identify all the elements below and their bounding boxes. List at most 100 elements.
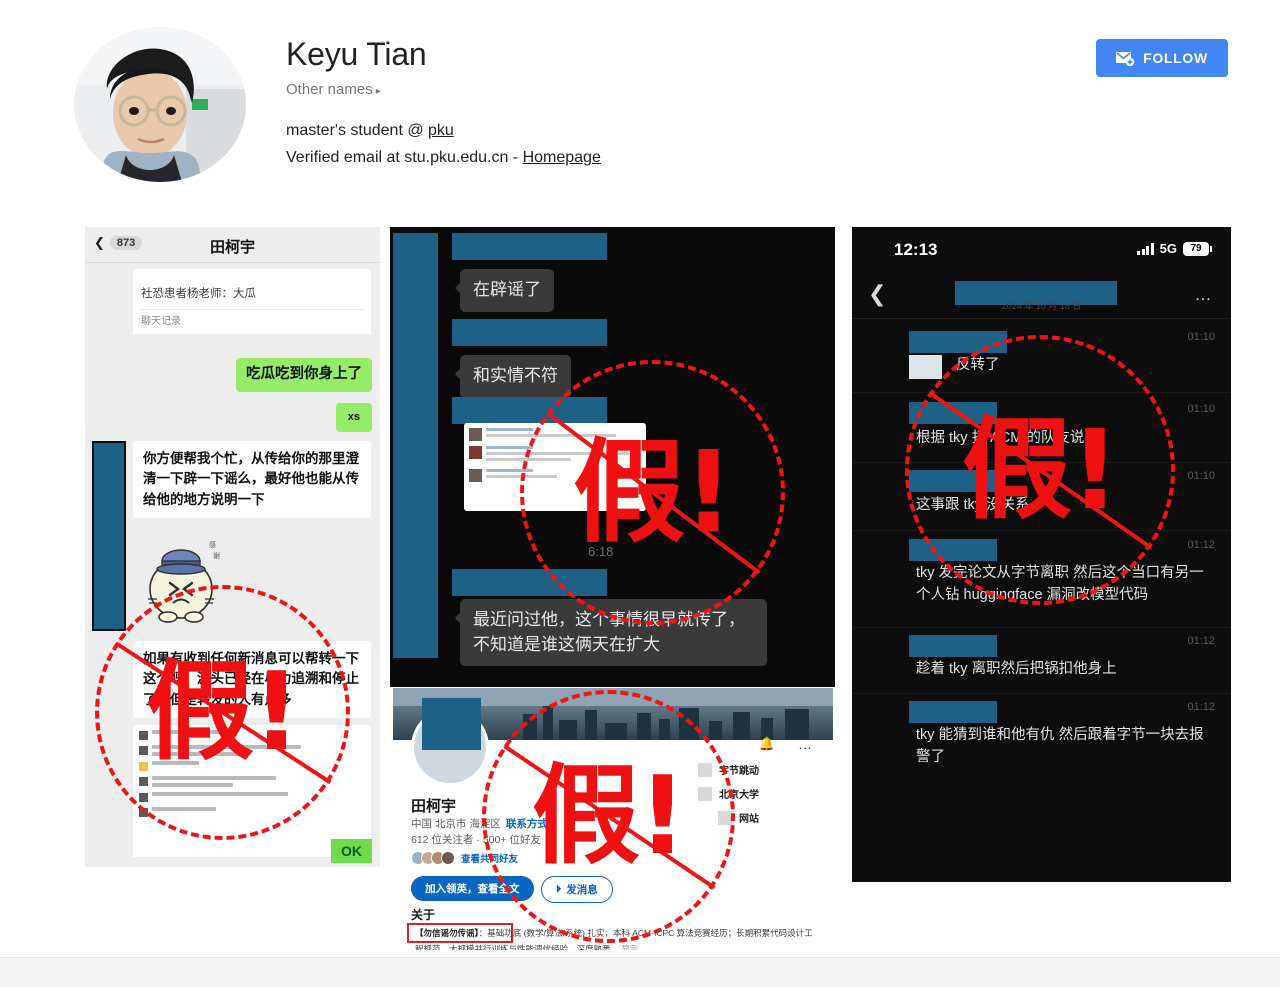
cellular-bars-icon [1137, 242, 1154, 255]
dark-chat-bubble[interactable]: 和实情不符 [455, 355, 571, 398]
redacted-name-bar [452, 569, 607, 596]
profile-header: Keyu Tian Other names ▸ master's student … [0, 0, 1280, 205]
org-name: 北京大学 [719, 790, 759, 801]
chat-navbar: ❮ 2024 年 10 月 18 日 … [852, 271, 1231, 319]
send-icon: ⏵ [556, 883, 562, 895]
redacted-sender-name [909, 470, 997, 492]
wechat-navbar: ❮ 873 田柯宇 [85, 227, 380, 263]
wechat-message-list: 社恐患者杨老师：大瓜 聊天记录 吃瓜吃到你身上了 xs 你方便帮我个忙，从传给你… [85, 263, 380, 867]
wechat-outgoing-bubble[interactable]: xs [335, 403, 372, 432]
message-timestamp: 01:10 [1187, 403, 1215, 415]
chat-message-text[interactable]: tky 发完论文从字节离职 然后这个当口有另一个人钻 huggingface 漏… [916, 563, 1217, 607]
mutual-connections[interactable]: 查看共同好友 [411, 851, 518, 865]
quoted-line: 社恐患者杨老师：大瓜 [141, 288, 256, 300]
redacted-name-bar [452, 233, 607, 260]
linkedin-follower-stats: 612 位关注者 · 500+ 位好友 [411, 834, 541, 846]
linkedin-org-pku[interactable]: 北京大学 [698, 786, 759, 801]
location-text: 中国 北京市 海淀区 [411, 818, 501, 830]
ok-reaction-badge[interactable]: OK [331, 839, 372, 863]
about-section-text: 【勿信谣勿传谣】：基础功底 (数学/算法/系统) 扎实，本科 ACM-ICPC … [415, 926, 819, 950]
quoted-clipped-line [141, 275, 363, 286]
affiliation-text: master's student @ [286, 122, 429, 139]
linkedin-location: 中国 北京市 海淀区 联系方式 [411, 816, 548, 831]
redacted-sender-name [909, 539, 997, 561]
cat-sticker: 感 谢 [137, 531, 229, 626]
quoted-card-footer: 聊天记录 [141, 316, 181, 328]
linkedin-profile-screenshot: 🔔 … 田柯宇 中国 北京市 海淀区 联系方式 612 位关注者 · 500+ 位… [393, 688, 833, 950]
org-name: 网站 [739, 814, 759, 825]
status-bar-indicators: 5G 79 [1137, 241, 1212, 256]
divider [852, 693, 1231, 694]
join-linkedin-button[interactable]: 加入领英，查看全文 [411, 876, 534, 901]
dark-chat-bubble[interactable]: 在辟谣了 [455, 269, 554, 312]
wechat-image-attachment[interactable] [133, 725, 371, 857]
page-bottom-strip [0, 957, 1280, 987]
message-timestamp: 01:10 [1187, 331, 1215, 343]
verified-email-line: Verified email at stu.pku.edu.cn - Homep… [286, 149, 601, 167]
follow-button-label: FOLLOW [1143, 50, 1208, 66]
about-show-more[interactable]: 显示 [621, 944, 638, 950]
wechat-incoming-bubble[interactable]: 如果有收到任何新消息可以帮转一下这个吗，源头已经在尽力追溯和停止了，但是转发的人… [133, 641, 371, 718]
send-message-label: 发消息 [566, 884, 598, 896]
pku-logo [698, 786, 712, 801]
ellipsis-icon[interactable]: … [798, 736, 813, 752]
linkedin-profile-name: 田柯宇 [411, 798, 457, 815]
forwarded-chat-card[interactable] [464, 423, 646, 511]
message-timestamp: 01:12 [1187, 635, 1215, 647]
bytedance-logo [698, 762, 712, 777]
avatar-photo [74, 27, 246, 182]
other-names-label: Other names [286, 81, 373, 98]
redacted-profile-photo [422, 698, 481, 750]
page-title: Keyu Tian [286, 36, 427, 72]
avatar[interactable] [74, 27, 246, 182]
chat-message-text[interactable]: 趁着 tky 离职然后把锅扣他身上 [916, 659, 1217, 681]
redacted-sender-name [909, 331, 1007, 353]
chat-message-text[interactable]: 根据 tky 打 ACM 的队友说 [916, 428, 1217, 450]
contact-info-link[interactable]: 联系方式 [506, 818, 548, 830]
chat-date-label: 2024 年 10 月 18 日 [1001, 301, 1082, 311]
wechat-outgoing-bubble[interactable]: 吃瓜吃到你身上了 [236, 358, 372, 392]
other-names-toggle[interactable]: Other names ▸ [286, 81, 381, 98]
svg-text:感: 感 [209, 540, 216, 549]
follow-button[interactable]: FOLLOW [1096, 39, 1228, 77]
message-timestamp: 6:18 [588, 544, 614, 559]
wechat-quoted-record-card[interactable]: 社恐患者杨老师：大瓜 聊天记录 [133, 269, 371, 335]
divider [852, 392, 1231, 393]
redacted-name-bar [452, 319, 607, 346]
mutual-connections-label: 查看共同好友 [461, 854, 519, 865]
bell-icon[interactable]: 🔔 [759, 736, 775, 752]
ellipsis-icon[interactable]: … [1195, 285, 1214, 305]
send-message-button[interactable]: ⏵ 发消息 [541, 876, 613, 903]
redacted-avatar [92, 441, 126, 631]
message-timestamp: 01:12 [1187, 701, 1215, 713]
verified-email-text: Verified email at stu.pku.edu.cn - [286, 149, 523, 166]
evidence-screenshot-collage: ❮ 873 田柯宇 社恐患者杨老师：大瓜 聊天记录 吃瓜吃到你身上了 xs 你方… [0, 205, 1280, 950]
affiliation-link-pku[interactable]: pku [428, 122, 454, 139]
linkedin-website-link[interactable]: 网站 [718, 810, 759, 825]
wechat-chat-screenshot: ❮ 873 田柯宇 社恐患者杨老师：大瓜 聊天记录 吃瓜吃到你身上了 xs 你方… [85, 227, 380, 867]
redacted-avatar [393, 233, 438, 658]
org-name: 字节跳动 [719, 766, 759, 777]
chevron-right-icon: ▸ [375, 86, 381, 97]
network-type-label: 5G [1159, 241, 1177, 256]
message-timestamp: 01:10 [1187, 470, 1215, 482]
linkedin-org-bytedance[interactable]: 字节跳动 [698, 762, 759, 777]
message-timestamp: 01:12 [1187, 539, 1215, 551]
chat-message-text[interactable]: 这事跟 tky 没关系 [916, 495, 1217, 517]
status-bar-time: 12:13 [894, 240, 938, 259]
dark-chat-screenshot: 在辟谣了 和实情不符 6:18 最近问过他，这个事情很早就传了，不知道是谁这俩天… [390, 227, 835, 687]
website-icon [718, 810, 732, 825]
wechat-incoming-bubble[interactable]: 你方便帮我个忙，从传给你的那里澄清一下辟一下谣么，最好他也能从传给他的地方说明一… [133, 441, 371, 518]
homepage-link[interactable]: Homepage [523, 149, 601, 166]
mutual-avatars [411, 851, 455, 865]
chat-message-text[interactable]: tky 能猜到谁和他有仇 然后跟着字节一块去报警了 [916, 725, 1217, 769]
redacted-sender-name [909, 635, 997, 657]
status-bar: 12:13 5G 79 [852, 227, 1231, 271]
message-thumbnail[interactable] [909, 355, 942, 379]
divider [141, 309, 363, 311]
divider [852, 530, 1231, 531]
chat-message-text[interactable]: 反转了 [956, 355, 1217, 377]
redacted-sender-name [909, 701, 997, 723]
about-highlight-text: 【勿信谣勿传谣】 [415, 928, 479, 938]
dark-chat-bubble[interactable]: 最近问过他，这个事情很早就传了，不知道是谁这俩天在扩大 [455, 599, 767, 667]
